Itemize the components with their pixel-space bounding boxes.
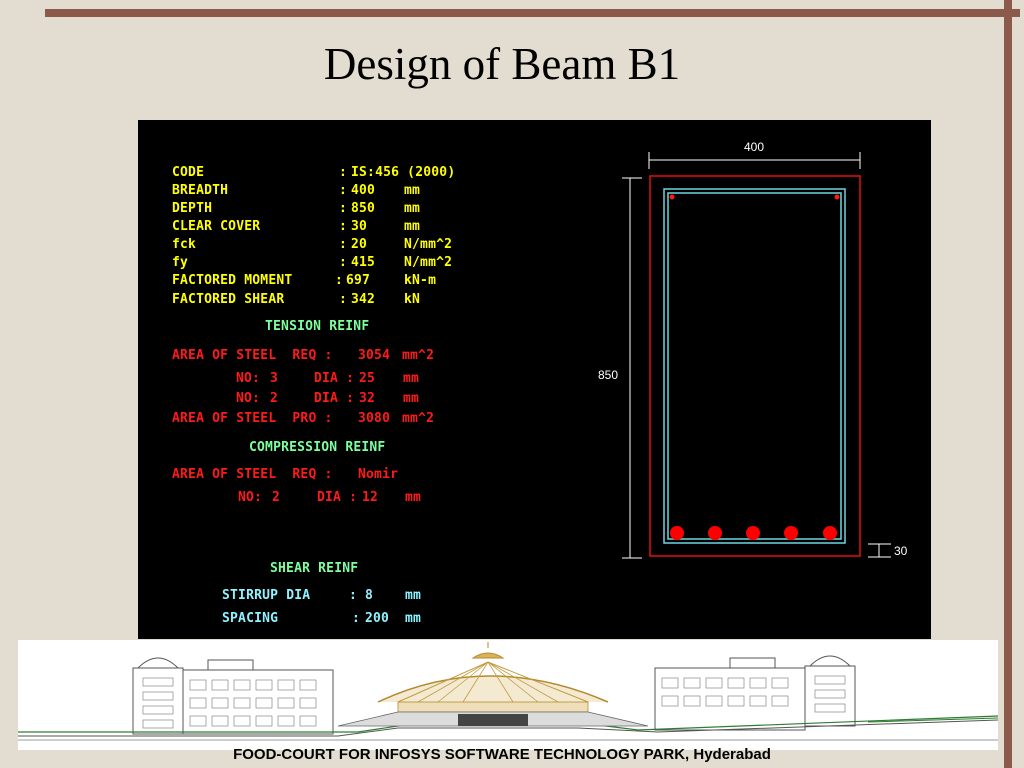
right-rule	[1004, 0, 1012, 768]
design-panel: CODE: IS:456 (2000) BREADTH:400 mm DEPTH:850…	[138, 120, 931, 639]
bottom-bar	[708, 526, 722, 540]
bottom-bar	[670, 526, 684, 540]
bottom-bar	[746, 526, 760, 540]
depth-label: 850	[598, 368, 618, 382]
slide-title: Design of Beam B1	[323, 39, 681, 89]
cover-label: 30	[894, 544, 908, 558]
top-bar	[669, 194, 675, 200]
beam-outline	[649, 175, 861, 557]
top-bar	[834, 194, 840, 200]
width-label: 400	[744, 140, 764, 154]
stirrup-outer	[663, 188, 846, 544]
beam-section-drawing: 400 850 30	[598, 140, 908, 559]
top-rule	[45, 9, 1020, 17]
bottom-bar	[823, 526, 837, 540]
building-elevation-drawing	[18, 640, 998, 750]
slide-caption: FOOD-COURT FOR INFOSYS SOFTWARE TECHNOLO…	[233, 746, 771, 763]
bottom-bar	[784, 526, 798, 540]
stirrup-inner	[667, 192, 842, 540]
